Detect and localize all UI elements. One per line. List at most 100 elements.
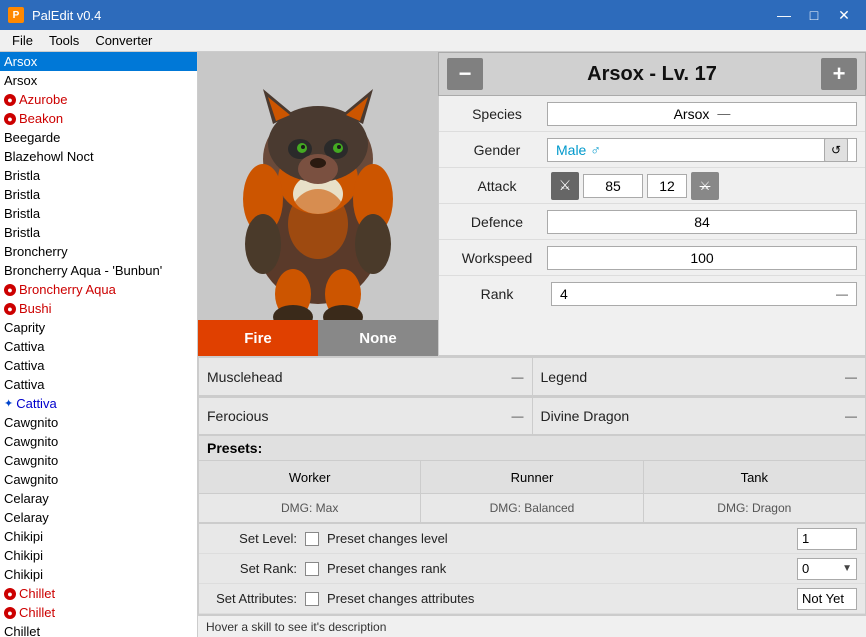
preset-level-row: Set Level: Preset changes level 1 — [199, 524, 865, 554]
sidebar-item-chillet-1[interactable]: ● Chillet — [0, 603, 197, 622]
rank-value[interactable]: 4 — — [551, 282, 857, 306]
passive-divine-dragon-arrow: — — [845, 409, 857, 423]
preset-dmg-balanced-button[interactable]: DMG: Balanced — [421, 494, 643, 522]
red-dot-icon: ● — [4, 284, 16, 296]
preset-rank-desc: Preset changes rank — [327, 561, 789, 576]
sidebar-item-cawgnito-3[interactable]: Cawgnito — [0, 470, 197, 489]
red-dot-icon: ● — [4, 607, 16, 619]
type-badge-none: None — [318, 320, 438, 356]
preset-rank-label: Set Rank: — [207, 561, 297, 576]
preset-attr-label: Set Attributes: — [207, 591, 297, 606]
passive-musclehead[interactable]: Musclehead — — [198, 357, 533, 396]
status-text: Hover a skill to see it's description — [206, 620, 386, 634]
preset-dmg-max-button[interactable]: DMG: Max — [199, 494, 421, 522]
attack-sub-value[interactable]: 12 — [647, 174, 687, 198]
sidebar-item-blazehowl[interactable]: Blazehowl Noct — [0, 147, 197, 166]
attack-label: Attack — [447, 178, 547, 194]
sidebar-item-arsox-0[interactable]: Arsox — [0, 52, 197, 71]
status-bar: Hover a skill to see it's description — [198, 615, 866, 637]
stats-header: − Arsox - Lv. 17 + — [438, 52, 866, 96]
sidebar-item-bristla-1[interactable]: Bristla — [0, 185, 197, 204]
passive-legend[interactable]: Legend — — [533, 357, 866, 396]
level-decrease-button[interactable]: − — [447, 58, 483, 90]
preset-rank-input[interactable]: 0 ▼ — [797, 558, 857, 580]
sidebar-item-azurobe[interactable]: ● Azurobe — [0, 90, 197, 109]
presets-buttons: Worker Runner Tank — [199, 461, 865, 494]
sidebar-item-label: Chikipi — [4, 529, 43, 544]
sidebar-item-beegarde[interactable]: Beegarde — [0, 128, 197, 147]
passive-divine-dragon[interactable]: Divine Dragon — — [533, 397, 866, 436]
preset-dmg-dragon-button[interactable]: DMG: Dragon — [644, 494, 865, 522]
passive-legend-label: Legend — [541, 369, 588, 385]
passive-divine-dragon-label: Divine Dragon — [541, 408, 630, 424]
sidebar-item-chikipi-2[interactable]: Chikipi — [0, 565, 197, 584]
passive-ferocious-label: Ferocious — [207, 408, 268, 424]
preset-level-value: 1 — [802, 531, 809, 546]
sidebar-item-cawgnito-0[interactable]: Cawgnito — [0, 413, 197, 432]
sidebar-item-label: Bushi — [19, 301, 52, 316]
menu-bar: File Tools Converter — [0, 30, 866, 52]
content-area: Fire None − Arsox - Lv. 17 + — [198, 52, 866, 637]
preset-attr-checkbox[interactable] — [305, 592, 319, 606]
preset-tank-button[interactable]: Tank — [644, 461, 865, 493]
preset-level-input[interactable]: 1 — [797, 528, 857, 550]
passive-musclehead-arrow: — — [512, 370, 524, 384]
sidebar-item-bristla-2[interactable]: Bristla — [0, 204, 197, 223]
sidebar-item-caprity[interactable]: Caprity — [0, 318, 197, 337]
preset-level-checkbox[interactable] — [305, 532, 319, 546]
sidebar-item-celaray-1[interactable]: Celaray — [0, 508, 197, 527]
sidebar-item-arsox-1[interactable]: Arsox — [0, 71, 197, 90]
stats-rows: Species Arsox — Gender Male ♂ ↺ — [438, 96, 866, 356]
sidebar-item-celaray-0[interactable]: Celaray — [0, 489, 197, 508]
preset-rank-checkbox[interactable] — [305, 562, 319, 576]
title-bar: P PalEdit v0.4 — □ ✕ — [0, 0, 866, 30]
level-increase-button[interactable]: + — [821, 58, 857, 90]
sidebar-item-bristla-0[interactable]: Bristla — [0, 166, 197, 185]
gender-reset-button[interactable]: ↺ — [824, 138, 848, 162]
sidebar-item-label: Cawgnito — [4, 434, 58, 449]
menu-converter[interactable]: Converter — [87, 30, 160, 51]
preset-attr-row: Set Attributes: Preset changes attribute… — [199, 584, 865, 614]
sidebar-item-label: Cawgnito — [4, 415, 58, 430]
sidebar-item-cattiva-0[interactable]: Cattiva — [0, 337, 197, 356]
menu-tools[interactable]: Tools — [41, 30, 87, 51]
preset-worker-button[interactable]: Worker — [199, 461, 421, 493]
sidebar-item-label: Celaray — [4, 491, 49, 506]
pal-image-canvas — [198, 52, 438, 356]
passive-ferocious[interactable]: Ferocious — — [198, 397, 533, 436]
sidebar-item-bushi[interactable]: ● Bushi — [0, 299, 197, 318]
stats-panel: − Arsox - Lv. 17 + Species Arsox — — [438, 52, 866, 356]
workspeed-value[interactable]: 100 — [547, 246, 857, 270]
sidebar-item-cattiva-1[interactable]: Cattiva — [0, 356, 197, 375]
sidebar-item-broncherry-aqua-bunbun[interactable]: Broncherry Aqua - 'Bunbun' — [0, 261, 197, 280]
sidebar-item-cattiva-3[interactable]: ✦ Cattiva — [0, 394, 197, 413]
attack-value[interactable]: 85 — [583, 174, 643, 198]
sidebar-item-label: Chillet — [19, 586, 55, 601]
sidebar-item-bristla-3[interactable]: Bristla — [0, 223, 197, 242]
attack-crossed-icon: ⚔ — [691, 172, 719, 200]
menu-file[interactable]: File — [4, 30, 41, 51]
maximize-button[interactable]: □ — [800, 4, 828, 26]
preset-attr-desc: Preset changes attributes — [327, 591, 789, 606]
defence-value[interactable]: 84 — [547, 210, 857, 234]
sidebar-item-label: Chillet — [19, 605, 55, 620]
sidebar-item-chillet-2[interactable]: Chillet — [0, 622, 197, 637]
sidebar-item-chikipi-1[interactable]: Chikipi — [0, 546, 197, 565]
sidebar-item-cattiva-2[interactable]: Cattiva — [0, 375, 197, 394]
sidebar-item-broncherry-aqua[interactable]: ● Broncherry Aqua — [0, 280, 197, 299]
sidebar-item-label: Arsox — [4, 73, 37, 88]
sidebar-item-cawgnito-2[interactable]: Cawgnito — [0, 451, 197, 470]
pal-svg — [218, 69, 418, 339]
sidebar-item-chillet-0[interactable]: ● Chillet — [0, 584, 197, 603]
sidebar-item-beakon[interactable]: ● Beakon — [0, 109, 197, 128]
sidebar-item-label: Bristla — [4, 187, 40, 202]
close-button[interactable]: ✕ — [830, 4, 858, 26]
sidebar-item-broncherry[interactable]: Broncherry — [0, 242, 197, 261]
sidebar-item-label: Broncherry — [4, 244, 68, 259]
gender-value: Male ♂ ↺ — [547, 138, 857, 162]
sidebar-item-chikipi-0[interactable]: Chikipi — [0, 527, 197, 546]
minimize-button[interactable]: — — [770, 4, 798, 26]
app-icon: P — [8, 7, 24, 23]
sidebar-item-cawgnito-1[interactable]: Cawgnito — [0, 432, 197, 451]
preset-runner-button[interactable]: Runner — [421, 461, 643, 493]
